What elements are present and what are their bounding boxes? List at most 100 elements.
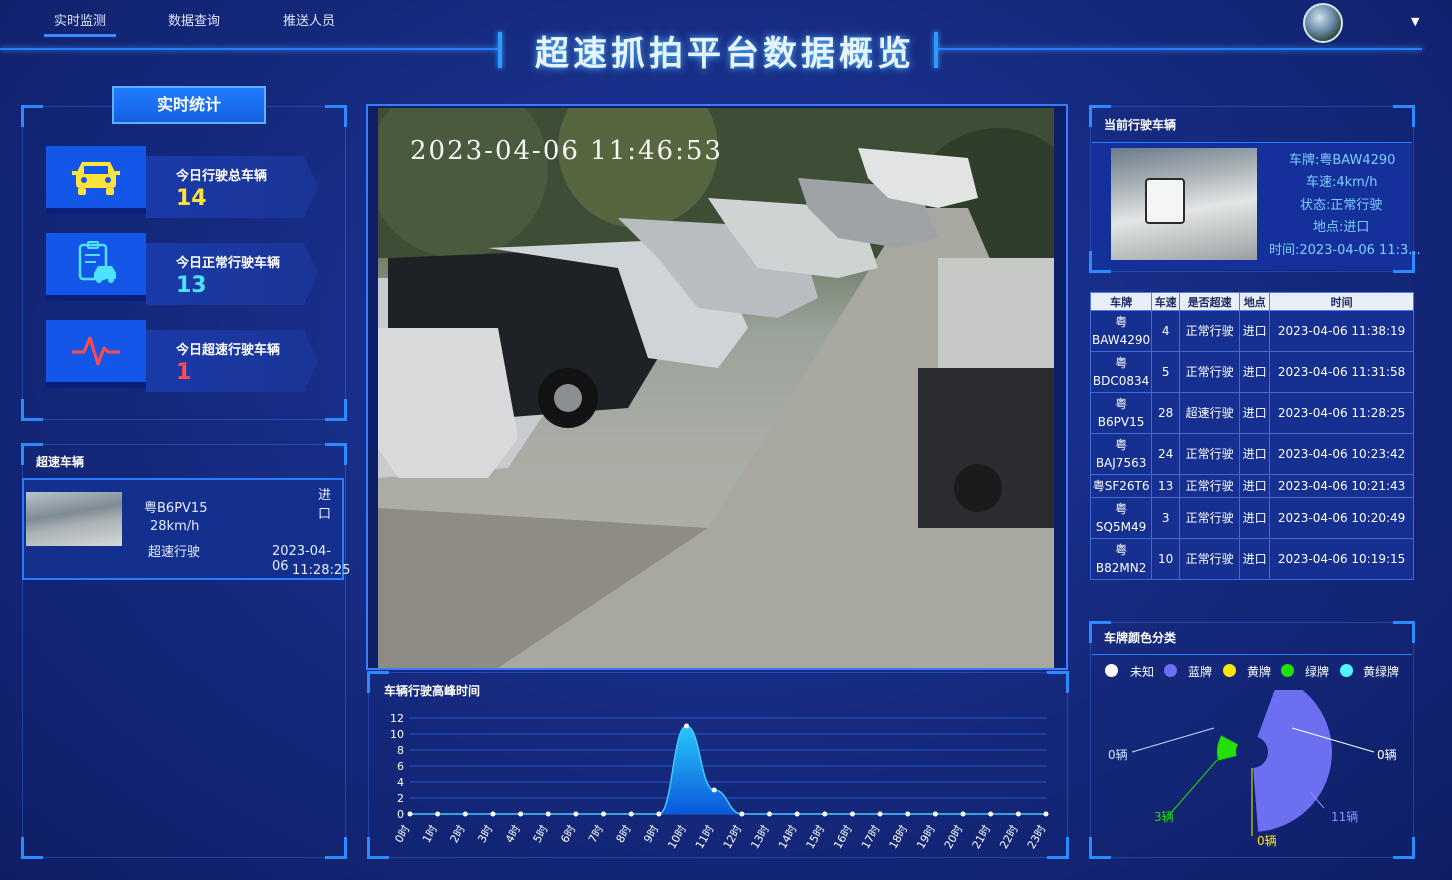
cell-plate: 粤BAJ7563 [1089, 433, 1153, 475]
data-point [545, 811, 551, 817]
stat-card-normal: 今日正常行驶车辆 13 [46, 233, 320, 305]
speeding-status: 超速行驶 [148, 545, 201, 560]
cell-time: 2023-04-06 11:28:25 [1269, 392, 1414, 434]
nav-push-people[interactable]: 推送人员 [283, 10, 335, 29]
x-tick-label: 8时 [614, 823, 634, 845]
cell-speed: 24 [1151, 433, 1181, 475]
cell-overspeed: 正常行驶 [1179, 310, 1241, 352]
cell-plate: 粤BAW4290 [1089, 310, 1153, 352]
nav-realtime[interactable]: 实时监测 [43, 10, 117, 37]
legend-label-yellow[interactable]: 黄牌 [1247, 663, 1271, 680]
data-point [711, 787, 717, 793]
data-point [822, 811, 828, 817]
data-point [656, 811, 662, 817]
x-tick-label: 1时 [420, 823, 440, 845]
table-row[interactable]: 粤SQ5M49 3 正常行驶 进口 2023-04-06 10:20:49 [1089, 497, 1414, 539]
cell-time: 2023-04-06 11:38:19 [1269, 310, 1414, 352]
legend-label-blue[interactable]: 蓝牌 [1188, 663, 1212, 680]
current-location: 地点:进口 [1313, 220, 1370, 235]
peak-time-chart[interactable]: 0 2 4 6 8 10 12 0时 1时 2时 3时 4时 5时 6时 7时 8时 9时 10时 11时 12时 13… [370, 706, 1066, 856]
cell-location: 进口 [1239, 433, 1271, 475]
table-header-speed: 车速 [1151, 292, 1181, 311]
table-row[interactable]: 粤B6PV15 28 超速行驶 进口 2023-04-06 11:28:25 [1089, 392, 1414, 434]
cell-location: 进口 [1239, 392, 1271, 434]
legend-label-green[interactable]: 绿牌 [1305, 663, 1329, 680]
legend-label-yellowgreen[interactable]: 黄绿牌 [1363, 663, 1399, 680]
table-header-plate: 车牌 [1089, 292, 1153, 311]
cell-plate: 粤B82MN2 [1089, 538, 1153, 580]
speeding-vehicle-thumbnail[interactable] [26, 492, 122, 546]
x-tick-label: 23时 [1025, 823, 1049, 851]
stat-value-total: 14 [176, 186, 207, 211]
x-tick-label: 11时 [693, 823, 717, 851]
speeding-panel-title: 超速车辆 [36, 455, 85, 469]
current-vehicle-title: 当前行驶车辆 [1104, 118, 1177, 132]
legend-dot-green[interactable] [1281, 664, 1294, 677]
video-timestamp: 2023-04-06 11:46:53 [410, 136, 723, 166]
nav-data-query[interactable]: 数据查询 [168, 10, 220, 29]
legend-dot-yellowgreen[interactable] [1340, 664, 1353, 677]
page-title: 超速抓拍平台数据概览 [535, 34, 915, 74]
tab-realtime-stats[interactable]: 实时统计 [112, 86, 266, 124]
table-row[interactable]: 粤B82MN2 10 正常行驶 进口 2023-04-06 10:19:15 [1089, 538, 1414, 580]
legend-dot-yellow[interactable] [1223, 664, 1236, 677]
vehicle-table: 车牌 车速 是否超速 地点 时间 粤BAW4290 4 正常行驶 进口 2023-04-… [1089, 292, 1414, 580]
stat-value-speeding: 1 [176, 360, 192, 385]
x-tick-label: 15时 [804, 823, 828, 851]
table-header-location: 地点 [1239, 292, 1271, 311]
table-row[interactable]: 粤BDC0834 5 正常行驶 进口 2023-04-06 11:31:58 [1089, 351, 1414, 393]
cell-speed: 5 [1151, 351, 1181, 393]
x-tick-label: 5时 [531, 823, 551, 845]
x-tick-label: 9时 [641, 823, 661, 845]
legend-dot-unknown[interactable] [1105, 664, 1118, 677]
table-header-overspeed: 是否超速 [1179, 292, 1241, 311]
legend-label-unknown[interactable]: 未知 [1130, 663, 1154, 680]
cell-plate: 粤B6PV15 [1089, 392, 1153, 434]
current-plate: 车牌:粤BAW4290 [1289, 153, 1396, 168]
x-tick-label: 17时 [859, 823, 883, 851]
stat-value-normal: 13 [176, 273, 207, 298]
x-tick-label: 4时 [503, 823, 523, 845]
cell-overspeed: 正常行驶 [1179, 474, 1241, 498]
cell-location: 进口 [1239, 310, 1271, 352]
x-tick-label: 13时 [748, 823, 772, 851]
cell-time: 2023-04-06 10:21:43 [1269, 474, 1414, 498]
stat-label-speeding: 今日超速行驶车辆 [176, 343, 281, 358]
current-time: 时间:2023-04-06 11:3... [1269, 243, 1421, 258]
plate-color-rose-chart[interactable] [1092, 690, 1412, 854]
stat-card-total: 今日行驶总车辆 14 [46, 146, 320, 218]
chevron-down-icon[interactable]: ▼ [1411, 15, 1419, 28]
pie-slice-blue[interactable] [1253, 690, 1332, 832]
cell-time: 2023-04-06 11:31:58 [1269, 351, 1414, 393]
x-tick-label: 22时 [997, 823, 1021, 851]
y-tick-label: 2 [397, 792, 404, 805]
table-row[interactable]: 粤BAW4290 4 正常行驶 进口 2023-04-06 11:38:19 [1089, 310, 1414, 352]
x-tick-label: 0时 [392, 823, 412, 845]
speeding-plate: 粤B6PV15 [144, 501, 208, 516]
table-row[interactable]: 粤SF26T6 13 正常行驶 进口 2023-04-06 10:21:43 [1089, 474, 1414, 498]
table-row[interactable]: 粤BAJ7563 24 正常行驶 进口 2023-04-06 10:23:42 [1089, 433, 1414, 475]
current-vehicle-image[interactable] [1111, 148, 1257, 260]
y-tick-label: 0 [397, 808, 404, 821]
y-tick-label: 10 [390, 728, 404, 741]
speeding-time: 11:28:25 [292, 563, 351, 578]
cell-overspeed: 正常行驶 [1179, 351, 1241, 393]
y-tick-label: 6 [397, 760, 404, 773]
cell-speed: 13 [1151, 474, 1181, 498]
pie-slice-green[interactable] [1217, 735, 1238, 761]
speeding-speed: 28km/h [150, 519, 200, 534]
table-header-time: 时间 [1269, 292, 1414, 311]
cell-plate: 粤BDC0834 [1089, 351, 1153, 393]
cell-location: 进口 [1239, 497, 1271, 539]
x-tick-label: 14时 [776, 823, 800, 851]
live-camera-view[interactable]: 2023-04-06 11:46:53 [378, 108, 1054, 668]
speeding-vehicle-card[interactable]: 粤B6PV15 28km/h 超速行驶 进口 2023-04-06 11:28:… [22, 478, 350, 580]
cell-location: 进口 [1239, 538, 1271, 580]
header-line-left [0, 48, 500, 50]
legend-dot-blue[interactable] [1164, 664, 1177, 677]
avatar[interactable] [1303, 3, 1343, 43]
cell-location: 进口 [1239, 351, 1271, 393]
pulse-icon [46, 320, 146, 382]
cell-time: 2023-04-06 10:19:15 [1269, 538, 1414, 580]
x-tick-label: 20时 [942, 823, 966, 851]
